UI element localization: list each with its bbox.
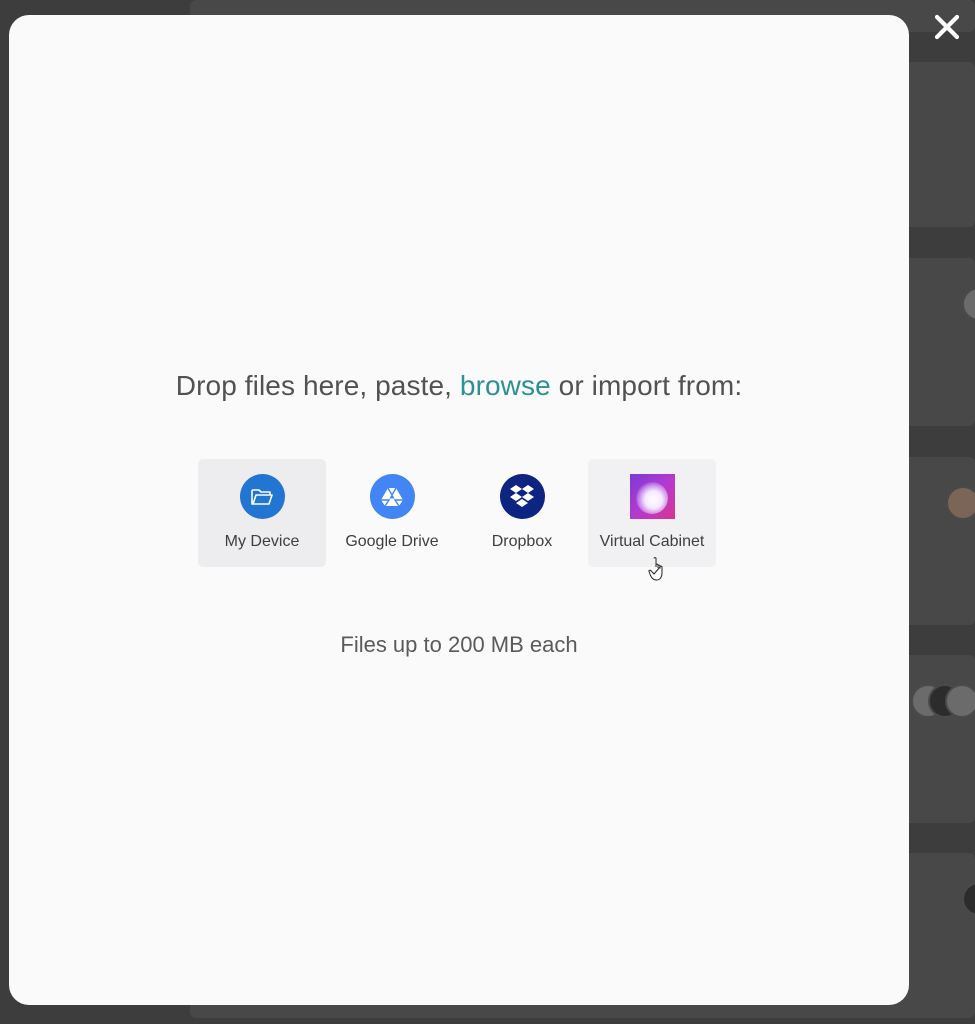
source-label: My Device <box>224 533 300 550</box>
source-virtual-cabinet-button[interactable]: Virtual Cabinet <box>588 459 716 567</box>
close-button[interactable] <box>931 11 963 43</box>
source-label: Google Drive <box>345 533 439 550</box>
virtual-cabinet-icon <box>629 474 675 519</box>
upload-modal: Drop files here, paste, browse or import… <box>9 15 909 1005</box>
dropbox-icon <box>499 474 545 519</box>
source-dropbox-button[interactable]: Dropbox <box>458 459 586 567</box>
browse-link[interactable]: browse <box>460 370 551 401</box>
source-label: Virtual Cabinet <box>599 533 705 550</box>
folder-icon <box>239 474 285 519</box>
drop-title-suffix: or import from: <box>558 370 743 401</box>
google-drive-icon <box>369 474 415 519</box>
avatar <box>945 684 975 718</box>
source-label: Dropbox <box>491 533 553 550</box>
drop-title-prefix: Drop files here, paste, <box>175 370 453 401</box>
file-size-limit: Files up to 200 MB each <box>340 632 578 657</box>
source-google-drive-button[interactable]: Google Drive <box>328 459 456 567</box>
source-my-device-button[interactable]: My Device <box>198 459 326 567</box>
import-sources: My Device Google Drive Dropbox Virtual C… <box>198 459 716 567</box>
close-icon <box>934 14 960 40</box>
drop-instructions: Drop files here, paste, browse or import… <box>9 370 909 402</box>
avatar <box>946 486 975 520</box>
